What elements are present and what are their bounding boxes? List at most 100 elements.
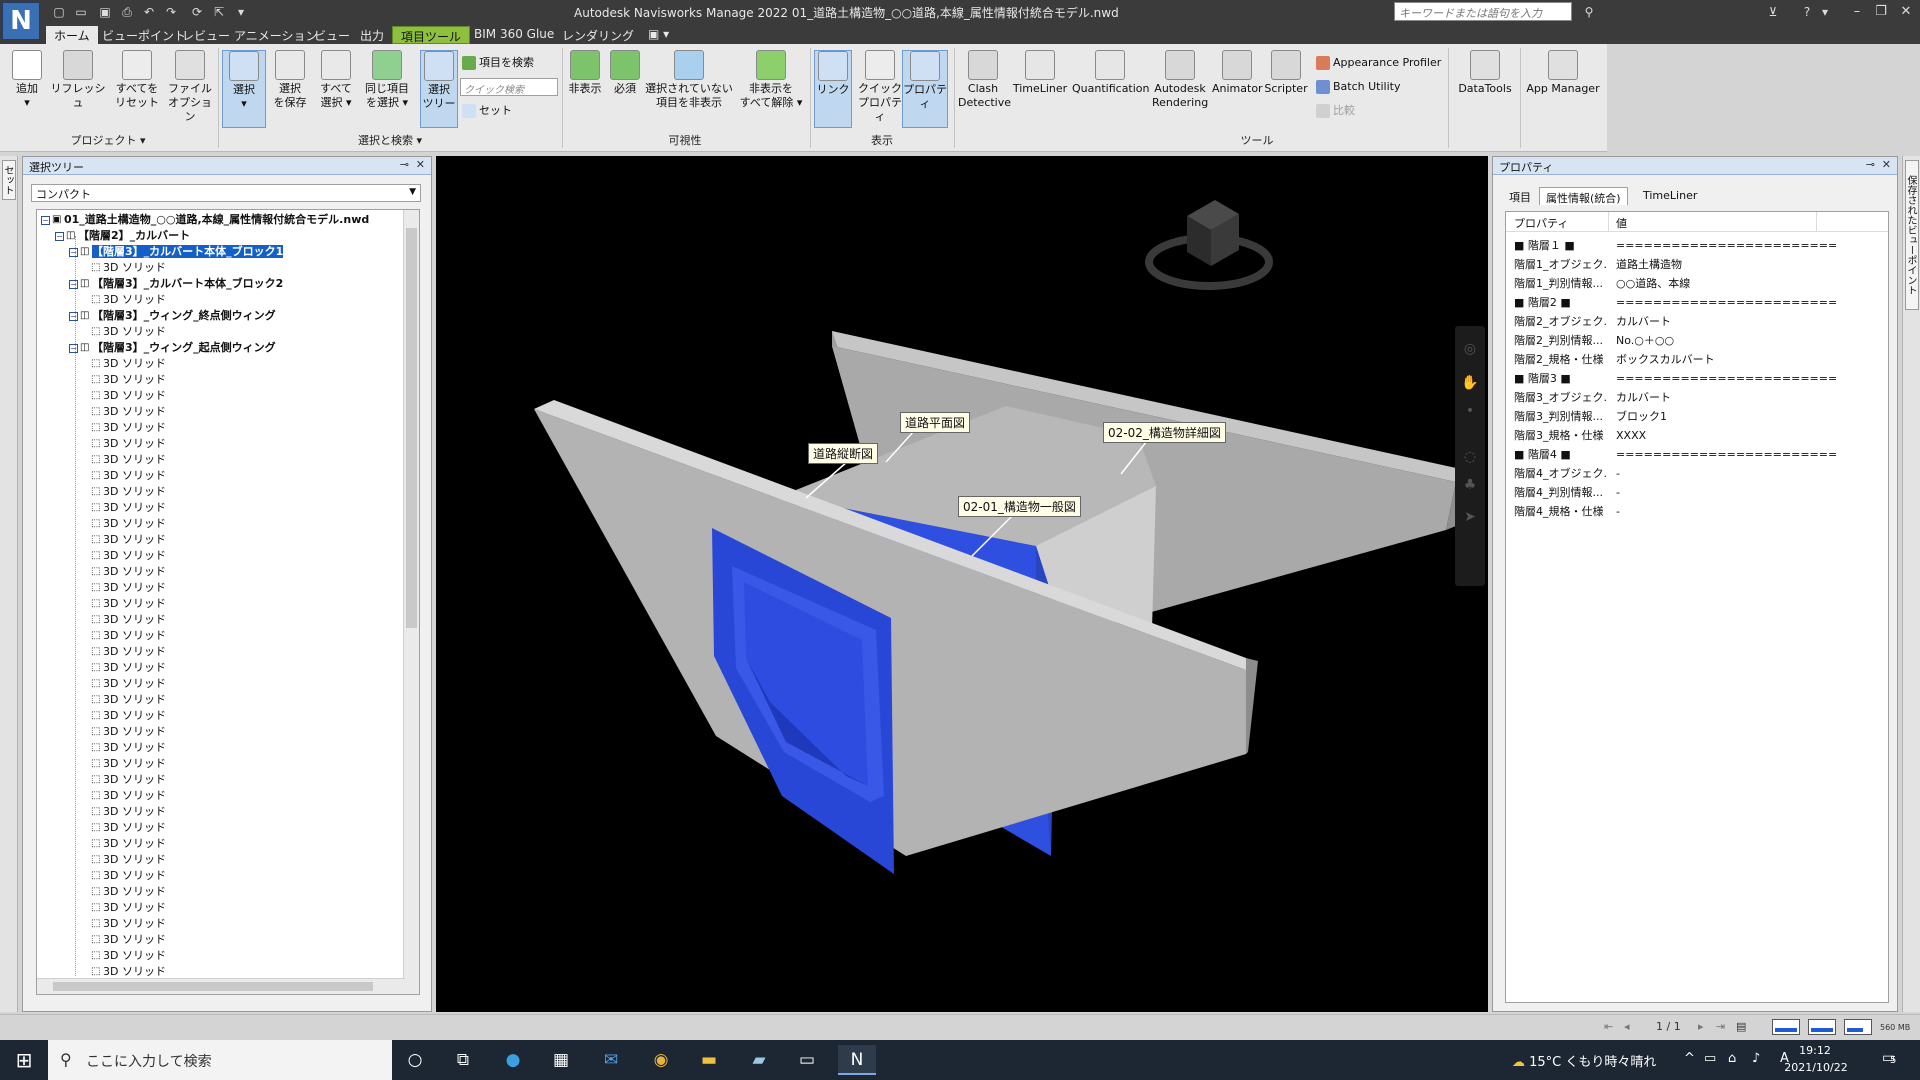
tree-item-solid[interactable]: ⬚ 3D ソリッド	[91, 692, 166, 708]
property-row[interactable]: 階層2_規格・仕様 ボックスカルバート	[1506, 350, 1888, 369]
tab-6[interactable]: 項目ツール	[392, 26, 471, 44]
mail-icon[interactable]: ✉	[592, 1045, 630, 1075]
property-row[interactable]: 階層2_オブジェク... カルバート	[1506, 312, 1888, 331]
first-page-icon[interactable]: ⇤	[1604, 1020, 1613, 1033]
selection-tree-button[interactable]: 選択 ツリー	[420, 50, 458, 128]
tree-item-solid[interactable]: ⬚ 3D ソリッド	[91, 916, 166, 932]
file-explorer-icon[interactable]: ▬	[690, 1045, 728, 1075]
property-row[interactable]: ■ 階層2 ■ ========================	[1506, 293, 1888, 312]
close-button[interactable]: ✕	[1893, 2, 1919, 22]
app-manager-button[interactable]: App Manager	[1524, 50, 1602, 96]
tree-item-solid[interactable]: ⬚ 3D ソリッド	[91, 676, 166, 692]
zoom-icon[interactable]: •	[1461, 402, 1479, 420]
tab-4[interactable]: ビュー	[306, 26, 358, 44]
find-items-button[interactable]: 項目を検索	[462, 54, 534, 72]
tree-item-solid[interactable]: ⬚ 3D ソリッド	[91, 820, 166, 836]
clash-detective-button[interactable]: Clash Detective	[958, 50, 1011, 110]
animator-button[interactable]: Animator	[1212, 50, 1263, 96]
tree-item-solid[interactable]: ⬚ 3D ソリッド	[91, 516, 166, 532]
panel-close-icon[interactable]: ✕	[1882, 158, 1891, 171]
tree-item-solid[interactable]: ⬚ 3D ソリッド	[91, 740, 166, 756]
tree-mode-select[interactable]: コンパクト ▼	[31, 184, 421, 202]
culvert-model[interactable]	[436, 156, 1488, 1012]
new-file-icon[interactable]: ▢	[50, 3, 68, 21]
property-row[interactable]: 階層4_オブジェク... -	[1506, 464, 1888, 483]
quick-properties-button[interactable]: クイック プロパティ	[856, 50, 904, 124]
tree-item-solid[interactable]: ⬚ 3D ソリッド	[91, 420, 166, 436]
tree-item-solid[interactable]: ⬚ 3D ソリッド	[91, 452, 166, 468]
tree-item-solid[interactable]: ⬚ 3D ソリッド	[91, 836, 166, 852]
cursor-select-button[interactable]: 選択 ▾	[222, 50, 266, 128]
network-icon[interactable]: ⌂	[1728, 1051, 1736, 1066]
binoculars-icon[interactable]: ⚲	[1580, 3, 1598, 21]
tree-view[interactable]: − ▣ 01_道路土構造物_○○道路,本線_属性情報付統合モデル.nwd − ◫ 【階層2…	[36, 209, 420, 995]
tools-group-label[interactable]: ツール	[956, 132, 1558, 150]
help-icon[interactable]: ?	[1798, 3, 1816, 21]
battery-icon[interactable]: ▭	[1704, 1051, 1716, 1066]
property-row[interactable]: 階層1_判別情報... ○○道路、本線	[1506, 274, 1888, 293]
tree-item-solid[interactable]: ⬚ 3D ソリッド	[91, 852, 166, 868]
tree-item-solid[interactable]: ⬚ 3D ソリッド	[91, 644, 166, 660]
select-all-button[interactable]: すべて 選択 ▾	[312, 50, 360, 110]
tree-item-solid[interactable]: ⬚ 3D ソリッド	[91, 628, 166, 644]
tree-item-solid[interactable]: ⬚ 3D ソリッド	[91, 468, 166, 484]
autodesk-rendering-button[interactable]: Autodesk Rendering	[1152, 50, 1208, 110]
tree-item-solid[interactable]: ⬚ 3D ソリッド	[91, 948, 166, 964]
collapse-toggle-icon[interactable]: −	[69, 311, 78, 321]
link-button[interactable]: リンク	[814, 50, 852, 128]
sheet-browser-icon[interactable]: ▤	[1736, 1020, 1746, 1033]
tree-item-solid[interactable]: ⬚ 3D ソリッド	[91, 548, 166, 564]
camera-dropdown-icon[interactable]: ▣ ▾	[640, 26, 677, 44]
select-qat-icon[interactable]: ⇱	[210, 3, 228, 21]
compare-button[interactable]: 比較	[1316, 102, 1355, 120]
quantification-button[interactable]: Quantification	[1072, 50, 1150, 96]
tab-8[interactable]: レンダリング	[554, 26, 642, 44]
tree-item-solid[interactable]: ⬚ 3D ソリッド	[91, 932, 166, 948]
remote-desktop-icon[interactable]: ▭	[788, 1045, 826, 1075]
property-row[interactable]: 階層2_判別情報... No.○＋○○	[1506, 331, 1888, 350]
cart-icon[interactable]: ⊻	[1764, 3, 1782, 21]
orbit-icon[interactable]: ◌	[1461, 448, 1479, 466]
next-page-icon[interactable]: ▸	[1698, 1020, 1704, 1033]
property-row[interactable]: 階層3_オブジェク... カルバート	[1506, 388, 1888, 407]
pin-icon[interactable]: ⊸	[400, 158, 409, 171]
tree-item-solid[interactable]: ⬚ 3D ソリッド	[91, 708, 166, 724]
task-view-icon[interactable]: ⧉	[444, 1045, 482, 1075]
property-row[interactable]: ■ 階層4 ■ ========================	[1506, 445, 1888, 464]
scroll-thumb[interactable]	[53, 982, 373, 991]
tab-0[interactable]: ホーム	[46, 26, 98, 44]
select-search-group-label[interactable]: 選択と検索 ▾	[220, 132, 560, 150]
saved-viewpoints-side-tab[interactable]: 保存されたビューポイント	[1905, 160, 1919, 310]
sets-side-tab[interactable]: セット	[2, 160, 16, 200]
tab-5[interactable]: 出力	[352, 26, 392, 44]
tree-item-solid[interactable]: ⬚ 3D ソリッド	[91, 900, 166, 916]
help-dropdown-icon[interactable]: ▾	[1816, 3, 1834, 21]
edge-icon[interactable]: ●	[494, 1045, 532, 1075]
display-group-label[interactable]: 表示	[812, 132, 952, 150]
save-selection-button[interactable]: 選択 を保存	[268, 50, 312, 110]
tree-item-block[interactable]: − ◫ 【階層3】_ウィング_起点側ウィング	[69, 340, 276, 356]
tree-item-solid[interactable]: ⬚ 3D ソリッド	[91, 388, 166, 404]
require-button[interactable]: 必須	[608, 50, 642, 96]
property-row[interactable]: 階層4_規格・仕様 -	[1506, 502, 1888, 521]
callout-structure-detail[interactable]: 02-02_構造物詳細図	[1103, 422, 1226, 443]
tray-overflow-icon[interactable]: ^	[1684, 1051, 1695, 1066]
navisworks-taskbar-icon[interactable]: N	[838, 1045, 876, 1075]
tree-item-solid[interactable]: ⬚ 3D ソリッド	[91, 596, 166, 612]
unhide-all-button[interactable]: 非表示を すべて解除 ▾	[738, 50, 804, 110]
clock-date[interactable]: 2021/10/22	[1776, 1061, 1856, 1074]
select-cursor-icon[interactable]: ➤	[1461, 508, 1479, 526]
prev-page-icon[interactable]: ◂	[1624, 1020, 1630, 1033]
tree-item-solid[interactable]: ⬚ 3D ソリッド	[91, 260, 166, 276]
restore-button[interactable]: ❐	[1868, 2, 1894, 22]
pin-icon[interactable]: ⊸	[1866, 158, 1875, 171]
hide-unselected-button[interactable]: 選択されていない 項目を非表示	[644, 50, 734, 110]
store-icon[interactable]: ▦	[542, 1045, 580, 1075]
redo-icon[interactable]: ↷	[162, 3, 180, 21]
notification-center-icon[interactable]: ▭ 5	[1882, 1050, 1896, 1066]
collapse-toggle-icon[interactable]: −	[69, 343, 78, 353]
file-add-button[interactable]: 追加 ▾	[4, 50, 50, 110]
tree-item-solid[interactable]: ⬚ 3D ソリッド	[91, 564, 166, 580]
property-row[interactable]: 階層4_判別情報... -	[1506, 483, 1888, 502]
tree-item-solid[interactable]: ⬚ 3D ソリッド	[91, 436, 166, 452]
